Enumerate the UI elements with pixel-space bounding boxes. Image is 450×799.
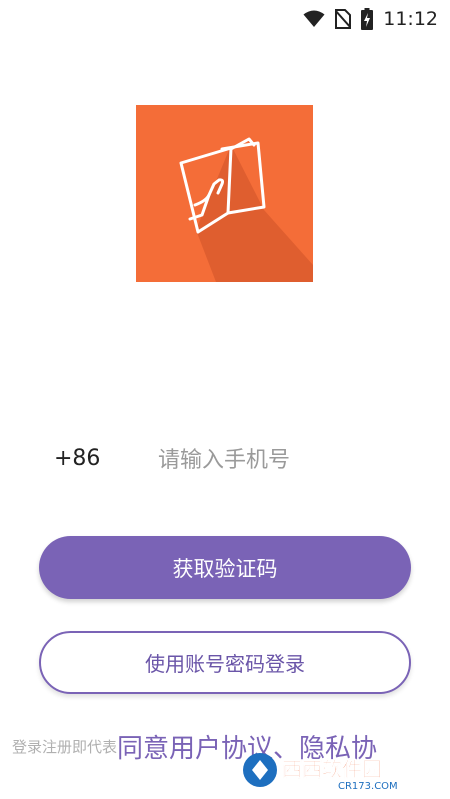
status-bar: 11:12	[0, 0, 450, 38]
app-logo	[136, 105, 313, 282]
get-code-button[interactable]: 获取验证码	[39, 536, 411, 599]
watermark-logo: 西西软件园 CR173.COM	[243, 753, 398, 792]
phone-row: +86	[0, 438, 450, 482]
app-logo-icon	[136, 105, 313, 282]
password-login-button[interactable]: 使用账号密码登录	[39, 631, 411, 694]
battery-charging-icon	[361, 8, 374, 30]
clock: 11:12	[383, 8, 438, 30]
agreement-prefix: 登录注册即代表	[12, 738, 118, 756]
get-code-label: 获取验证码	[172, 556, 278, 581]
watermark-url: CR173.COM	[338, 781, 398, 792]
watermark-name: 西西软件园	[282, 757, 382, 781]
wifi-icon	[303, 10, 325, 27]
country-code-selector[interactable]: +86	[54, 446, 100, 471]
watermark: 西西软件园 CR173.COM	[240, 747, 440, 793]
no-sim-icon	[335, 9, 352, 29]
phone-input[interactable]	[158, 438, 418, 482]
password-login-label: 使用账号密码登录	[145, 652, 305, 676]
